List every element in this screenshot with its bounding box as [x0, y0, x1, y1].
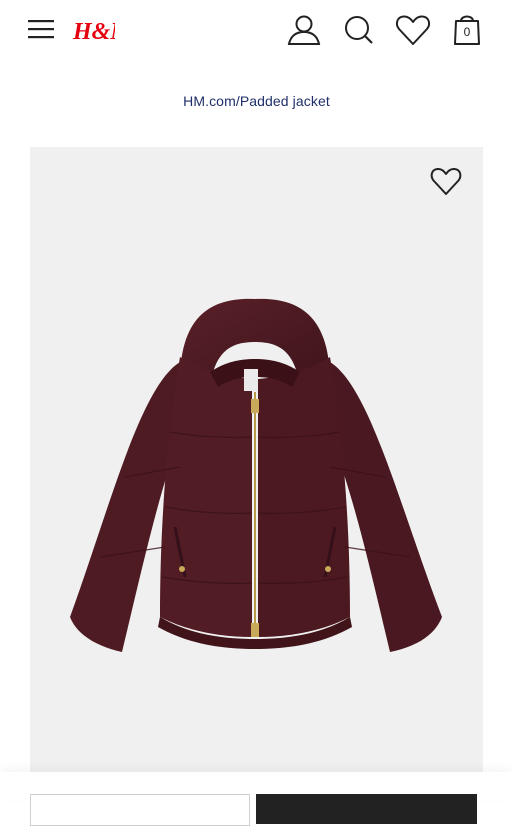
user-icon	[287, 15, 321, 45]
purchase-bar	[0, 772, 513, 826]
padded-jacket-image	[70, 298, 442, 652]
heart-icon	[395, 15, 431, 45]
heart-outline-icon	[430, 167, 462, 195]
size-select[interactable]	[30, 794, 250, 826]
favourites-button[interactable]	[394, 12, 432, 48]
search-button[interactable]	[341, 12, 377, 48]
hm-logo-mark: H&M	[72, 19, 115, 45]
bag-count: 0	[463, 25, 471, 39]
logo-text: H&M	[72, 19, 115, 45]
add-to-wishlist-button[interactable]	[429, 165, 463, 197]
site-header: H&M 0	[0, 0, 513, 64]
breadcrumb: HM.com/Padded jacket	[0, 93, 513, 109]
account-button[interactable]	[286, 12, 322, 48]
breadcrumb-link[interactable]: HM.com/Padded jacket	[183, 93, 330, 109]
hamburger-menu-icon	[28, 20, 54, 39]
product-image[interactable]	[30, 147, 483, 777]
add-to-bag-button[interactable]	[256, 794, 477, 824]
search-icon	[345, 16, 373, 44]
shopping-bag-button[interactable]: 0	[450, 11, 484, 47]
menu-button[interactable]	[26, 16, 58, 44]
hm-logo[interactable]: H&M	[71, 15, 115, 45]
